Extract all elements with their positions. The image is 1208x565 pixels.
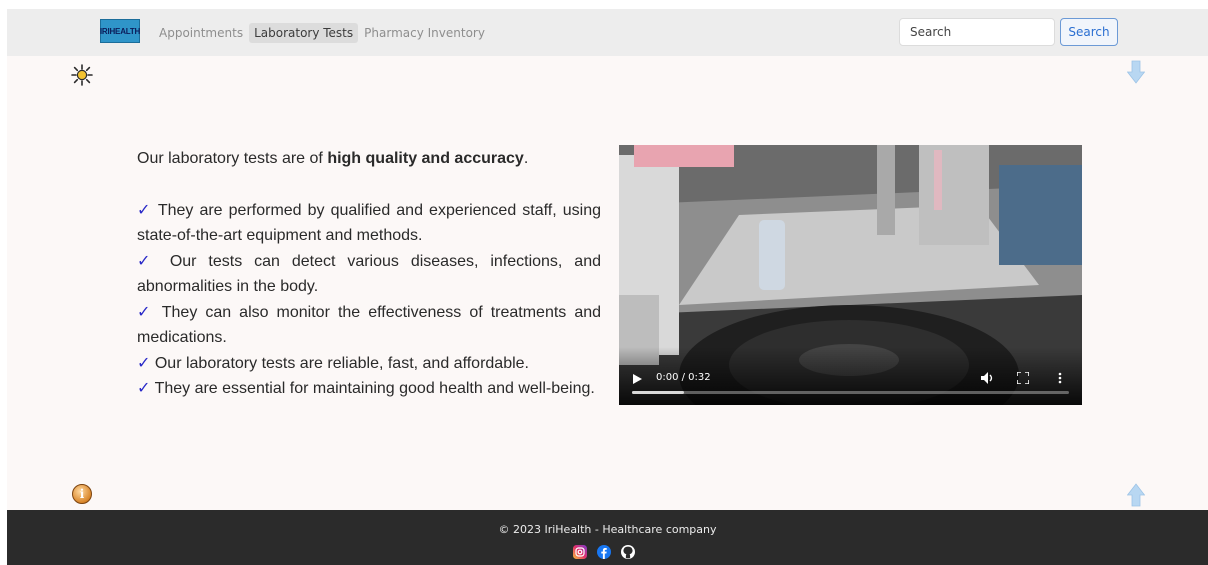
intro-prefix: Our laboratory tests are of xyxy=(137,150,328,167)
check-icon: ✓ xyxy=(137,252,158,270)
arrow-up-icon[interactable] xyxy=(1127,483,1145,507)
list-item: ✓ They are essential for maintaining goo… xyxy=(137,376,601,402)
check-icon: ✓ xyxy=(137,380,151,397)
check-icon: ✓ xyxy=(137,303,154,321)
info-icon-glyph: i xyxy=(79,487,85,501)
video-controls: 0:00 / 0:32 xyxy=(619,347,1082,405)
search-button[interactable]: Search xyxy=(1060,18,1118,46)
lab-video-player[interactable]: 0:00 / 0:32 xyxy=(619,145,1082,405)
page-frame: IRIHEALTH Appointments Laboratory Tests … xyxy=(7,9,1208,565)
check-icon: ✓ xyxy=(137,201,153,219)
nav-link-appointments[interactable]: Appointments xyxy=(154,23,248,43)
volume-icon[interactable] xyxy=(981,372,995,384)
search-input[interactable] xyxy=(899,18,1055,46)
intro-suffix: . xyxy=(523,150,529,167)
nav-link-laboratory-tests[interactable]: Laboratory Tests xyxy=(249,23,359,43)
benefit-list: ✓ They are performed by qualified and ex… xyxy=(137,198,601,402)
brand-logo-text: IRIHEALTH xyxy=(99,26,141,36)
list-item-text: Our laboratory tests are reliable, fast,… xyxy=(154,354,529,372)
navbar: IRIHEALTH Appointments Laboratory Tests … xyxy=(7,9,1208,56)
list-item: ✓ They are performed by qualified and ex… xyxy=(137,198,601,249)
more-options-icon[interactable] xyxy=(1057,372,1063,384)
social-links xyxy=(573,545,635,559)
intro-paragraph: Our laboratory tests are of high quality… xyxy=(137,146,601,172)
lab-tests-description: Our laboratory tests are of high quality… xyxy=(137,146,601,402)
list-item: ✓ Our laboratory tests are reliable, fas… xyxy=(137,351,601,377)
list-item-text: Our tests can detect various diseases, i… xyxy=(137,252,601,296)
github-icon[interactable] xyxy=(621,545,635,559)
video-progress-bar[interactable] xyxy=(632,391,1069,394)
list-item-text: They are essential for maintaining good … xyxy=(154,380,595,397)
info-icon[interactable]: i xyxy=(72,484,92,504)
list-item-text: They can also monitor the effectiveness … xyxy=(137,303,602,347)
nav-link-pharmacy-inventory[interactable]: Pharmacy Inventory xyxy=(359,23,490,43)
play-icon[interactable] xyxy=(632,374,642,384)
list-item-text: They are performed by qualified and expe… xyxy=(137,201,601,245)
arrow-down-icon[interactable] xyxy=(1127,60,1145,84)
video-progress-fill xyxy=(632,391,685,394)
fullscreen-icon[interactable] xyxy=(1017,372,1029,384)
footer: © 2023 IriHealth - Healthcare company xyxy=(7,510,1208,565)
video-time: 0:00 / 0:32 xyxy=(656,372,711,383)
brand-logo[interactable]: IRIHEALTH xyxy=(100,19,140,43)
facebook-icon[interactable] xyxy=(597,545,611,559)
instagram-icon[interactable] xyxy=(573,545,587,559)
copyright-text: © 2023 IriHealth - Healthcare company xyxy=(498,523,717,536)
intro-bold: high quality and accuracy xyxy=(327,150,524,167)
nav-links: Appointments Laboratory Tests Pharmacy I… xyxy=(154,23,491,43)
list-item: ✓ They can also monitor the effectivenes… xyxy=(137,300,601,351)
sun-icon[interactable] xyxy=(71,64,93,86)
list-item: ✓ Our tests can detect various diseases,… xyxy=(137,249,601,300)
check-icon: ✓ xyxy=(137,354,151,372)
